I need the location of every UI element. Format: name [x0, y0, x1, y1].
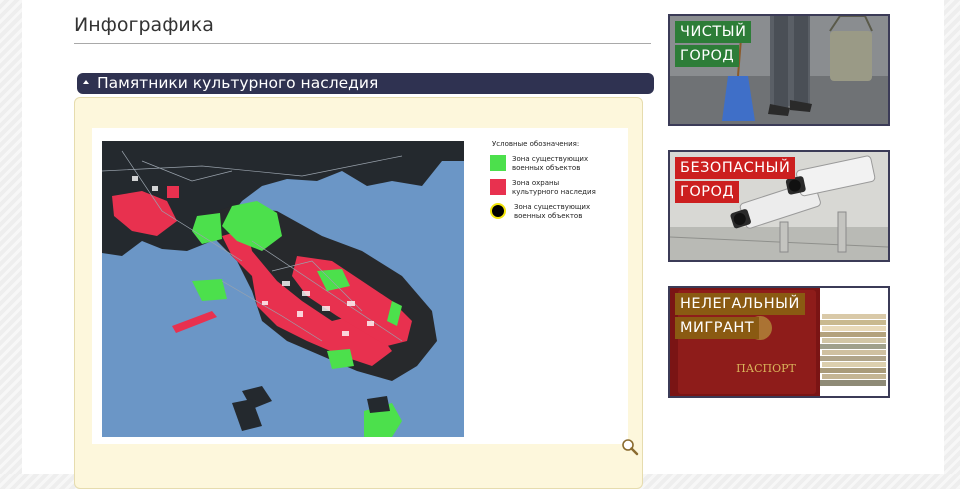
zoom-magnifier-icon[interactable]: [621, 438, 639, 456]
banner-title-line1: ЧИСТЫЙ: [675, 21, 752, 43]
banner-illegal-migrant[interactable]: ПАСПОРТ НЕЛЕГАЛЬНЫЙ МИГРАНТ: [668, 286, 890, 398]
legend-item-military-point: Зона существующих военных объектов: [490, 203, 625, 220]
banner-title-line1: БЕЗОПАСНЫЙ: [675, 157, 796, 179]
legend-label: военных объектов: [514, 211, 583, 220]
banner-title-line2: ГОРОД: [675, 45, 740, 67]
map-legend: Условные обозначения: Зона существующих …: [490, 140, 625, 227]
banner-title-line2: МИГРАНТ: [675, 317, 760, 339]
legend-swatch-red: [490, 179, 506, 195]
title-divider: [74, 43, 651, 44]
banner-clean-city[interactable]: ЧИСТЫЙ ГОРОД: [668, 14, 890, 126]
legend-title: Условные обозначения:: [492, 140, 580, 148]
chevron-up-icon: [83, 80, 89, 84]
city-map-image: [102, 141, 464, 437]
infographic-map[interactable]: Условные обозначения: Зона существующих …: [92, 128, 628, 444]
banner-safe-city[interactable]: БЕЗОПАСНЫЙ ГОРОД: [668, 150, 890, 262]
legend-swatch-green: [490, 155, 506, 171]
accordion-label: Памятники культурного наследия: [97, 74, 379, 92]
accordion-header-heritage[interactable]: Памятники культурного наследия: [77, 73, 654, 94]
legend-dot-icon: [490, 203, 506, 219]
legend-label: культурного наследия: [512, 187, 596, 196]
legend-item-heritage: Зона охраны культурного наследия: [490, 179, 625, 196]
page-title: Инфографика: [74, 14, 214, 36]
legend-item-military: Зона существующих военных объектов: [490, 155, 625, 172]
passport-label: ПАСПОРТ: [736, 362, 796, 375]
banner-title-line1: НЕЛЕГАЛЬНЫЙ: [675, 293, 805, 315]
legend-label: Зона существующих: [512, 155, 589, 163]
legend-label: Зона охраны: [512, 179, 560, 187]
banner-title-line2: ГОРОД: [675, 181, 740, 203]
legend-label: Зона существующих: [514, 203, 591, 211]
legend-label: военных объектов: [512, 163, 581, 172]
